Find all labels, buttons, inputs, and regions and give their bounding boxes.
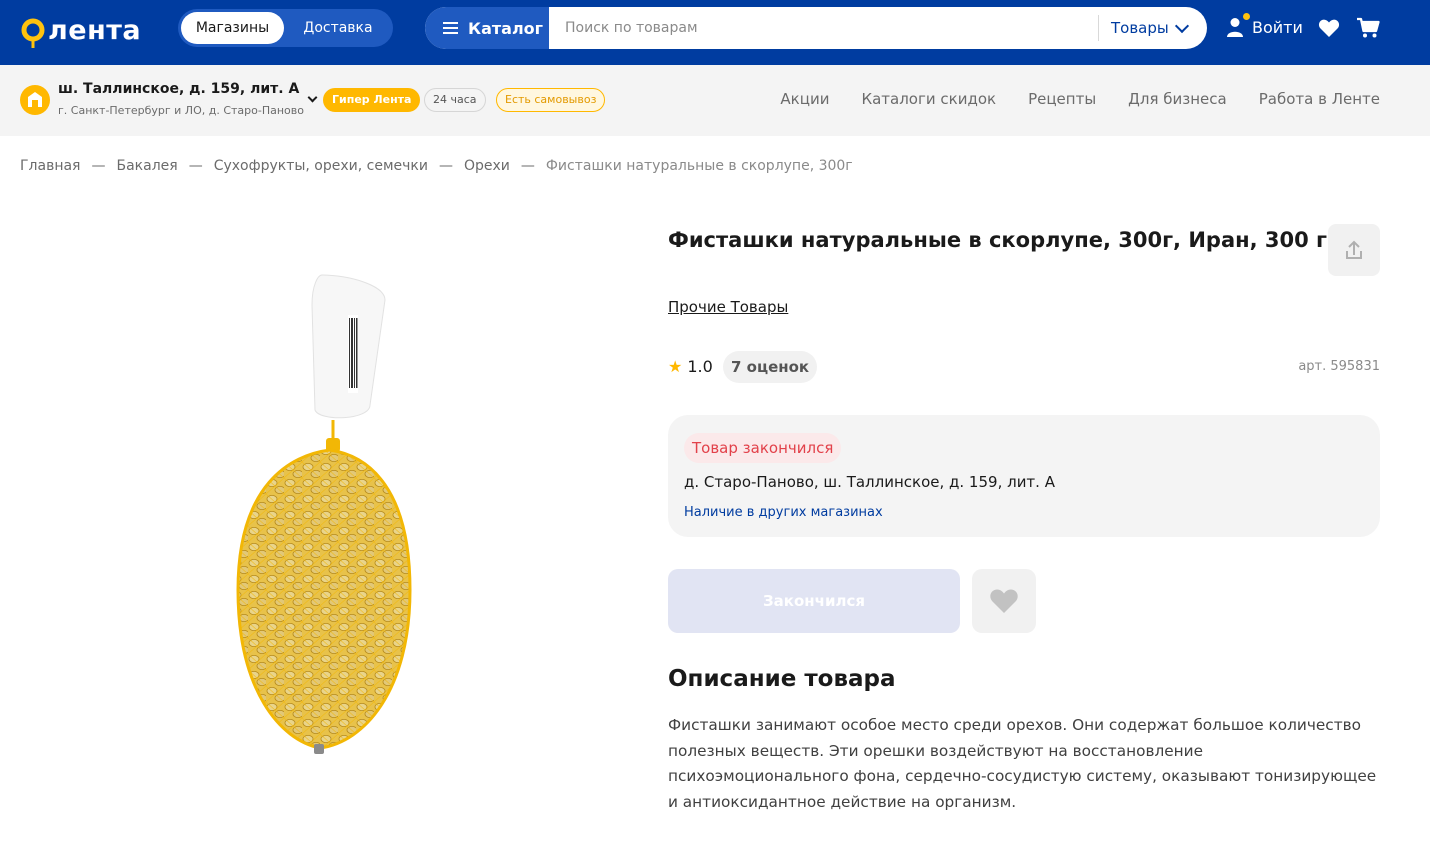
nav-discount-catalogs[interactable]: Каталоги скидок [861,90,996,108]
search-divider [1098,15,1099,41]
breadcrumb-grocery[interactable]: Бакалея [116,158,177,174]
nav-recipes[interactable]: Рецепты [1028,90,1096,108]
breadcrumb-current: Фисташки натуральные в скорлупе, 300г [545,158,853,174]
product-title: Фисташки натуральные в скорлупе, 300г, И… [668,228,1328,252]
logo-text: лента [48,14,142,46]
reviews-count-chip[interactable]: 7 оценок [723,351,818,383]
search-scope-label: Товары [1111,19,1169,37]
search-input[interactable] [549,7,1099,49]
share-icon [1346,240,1362,259]
search-bar: Каталог Товары [425,7,1207,49]
login-label: Войти [1252,17,1303,37]
product-rating: ★ 1.0 [668,357,713,376]
catalog-label: Каталог [468,18,544,38]
cart-icon[interactable] [1356,17,1380,43]
store-format-badge: Гипер Лента [323,88,421,112]
nav-careers[interactable]: Работа в Ленте [1259,90,1380,108]
stock-availability-card: Товар закончился д. Старо-Паново, ш. Тал… [668,415,1380,537]
rating-value: 1.0 [687,357,713,376]
breadcrumb: Главная — Бакалея — Сухофрукты, орехи, с… [20,158,853,174]
add-to-favorites-button[interactable] [972,569,1036,633]
store-city: г. Санкт-Петербург и ЛО, д. Старо-Паново [58,104,304,117]
breadcrumb-home[interactable]: Главная [20,158,80,174]
store-address[interactable]: ш. Таллинское, д. 159, лит. А [58,81,299,97]
other-stores-link[interactable]: Наличие в других магазинах [684,505,883,520]
logo[interactable]: лента [20,12,141,48]
heart-icon [990,589,1018,613]
out-of-stock-button[interactable]: Закончился [668,569,960,633]
chevron-down-icon[interactable] [307,92,318,103]
share-button[interactable] [1328,224,1380,276]
top-nav: Акции Каталоги скидок Рецепты Для бизнес… [780,90,1380,108]
product-image[interactable] [230,270,420,760]
store-bar: ш. Таллинское, д. 159, лит. А г. Санкт-П… [0,65,1430,136]
breadcrumb-separator: — [91,158,106,174]
mode-stores-option[interactable]: Магазины [181,12,284,44]
breadcrumb-separator: — [188,158,203,174]
breadcrumb-dried-fruits[interactable]: Сухофрукты, орехи, семечки [214,158,428,174]
catalog-button[interactable]: Каталог [425,7,549,49]
store-icon[interactable] [20,85,50,115]
menu-icon [443,22,458,34]
delivery-mode-toggle[interactable]: Магазины Доставка [178,9,393,47]
search-scope-select[interactable]: Товары [1111,7,1189,49]
stock-store-address: д. Старо-Паново, ш. Таллинское, д. 159, … [684,473,1055,491]
store-hours-badge: 24 часа [424,88,486,112]
top-header: лента Магазины Доставка Каталог Товары В… [0,0,1430,65]
nav-promotions[interactable]: Акции [780,90,829,108]
favorites-heart-icon[interactable] [1318,18,1340,42]
description-heading: Описание товара [668,666,896,692]
mode-delivery-option[interactable]: Доставка [288,12,388,44]
sunflower-logo-icon [20,17,46,48]
breadcrumb-separator: — [438,158,453,174]
pickup-badge: Есть самовывоз [496,88,606,112]
breadcrumb-nuts[interactable]: Орехи [464,158,510,174]
product-sku: арт. 595831 [1298,359,1380,374]
login-button[interactable]: Войти [1226,12,1303,42]
out-of-stock-badge: Товар закончился [684,433,842,463]
nav-business[interactable]: Для бизнеса [1128,90,1227,108]
brand-link[interactable]: Прочие Товары [668,298,788,316]
star-icon: ★ [668,357,683,376]
user-icon [1226,13,1250,37]
notification-dot [1243,13,1250,20]
breadcrumb-separator: — [520,158,535,174]
chevron-down-icon [1174,18,1189,33]
description-text: Фисташки занимают особое место среди оре… [668,716,1377,811]
